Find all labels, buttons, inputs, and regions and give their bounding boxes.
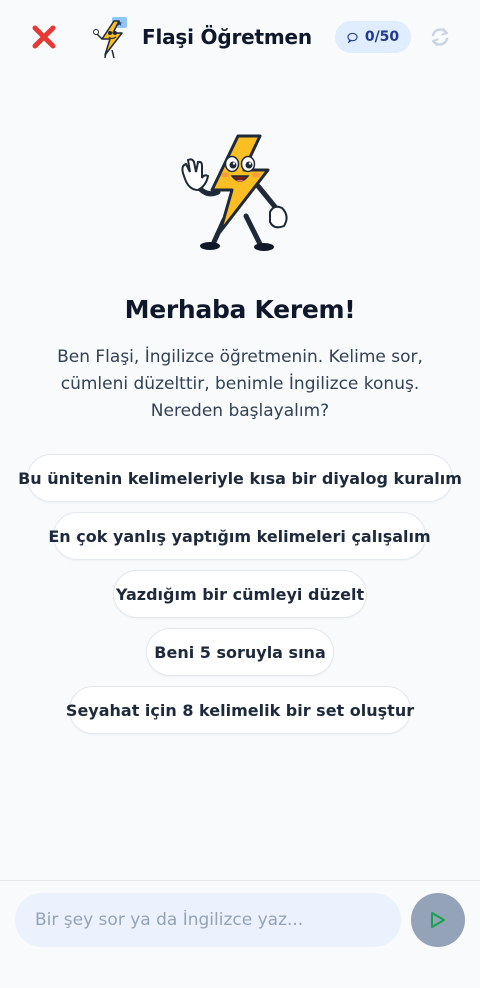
welcome-message: Ben Flaşi, İngilizce öğretmenin. Kelime …	[57, 347, 423, 421]
composer-bar	[0, 880, 480, 988]
mascot-illustration	[181, 134, 288, 251]
app-header: ★ Flaşi Öğretmen 0/50	[0, 0, 480, 76]
send-icon	[431, 912, 445, 928]
mascot-icon: ★	[93, 17, 127, 59]
suggestion-chip[interactable]: Yazdığım bir cümleyi düzelt	[113, 570, 367, 618]
page-title: Flaşi Öğretmen	[142, 25, 312, 49]
suggestion-chip[interactable]: En çok yanlış yaptığım kelimeleri çalışa…	[48, 512, 431, 560]
close-button[interactable]	[26, 19, 62, 55]
send-button[interactable]	[411, 893, 465, 947]
message-counter-badge: 0/50	[335, 21, 411, 53]
suggestion-chip[interactable]: Seyahat için 8 kelimelik bir set oluştur	[66, 686, 414, 734]
close-icon	[32, 25, 56, 49]
counter-value: 0/50	[364, 29, 400, 45]
refresh-button[interactable]	[428, 24, 452, 50]
welcome-heading: Merhaba Kerem!	[124, 295, 356, 324]
message-input[interactable]	[15, 893, 401, 947]
chat-bubble-icon	[347, 32, 358, 43]
suggestion-chip[interactable]: Bu ünitenin kelimeleriyle kısa bir diyal…	[18, 454, 462, 502]
refresh-icon	[431, 27, 449, 47]
header-title-group: ★ Flaşi Öğretmen	[92, 15, 312, 59]
suggestion-chip[interactable]: Beni 5 soruyla sına	[146, 628, 334, 676]
